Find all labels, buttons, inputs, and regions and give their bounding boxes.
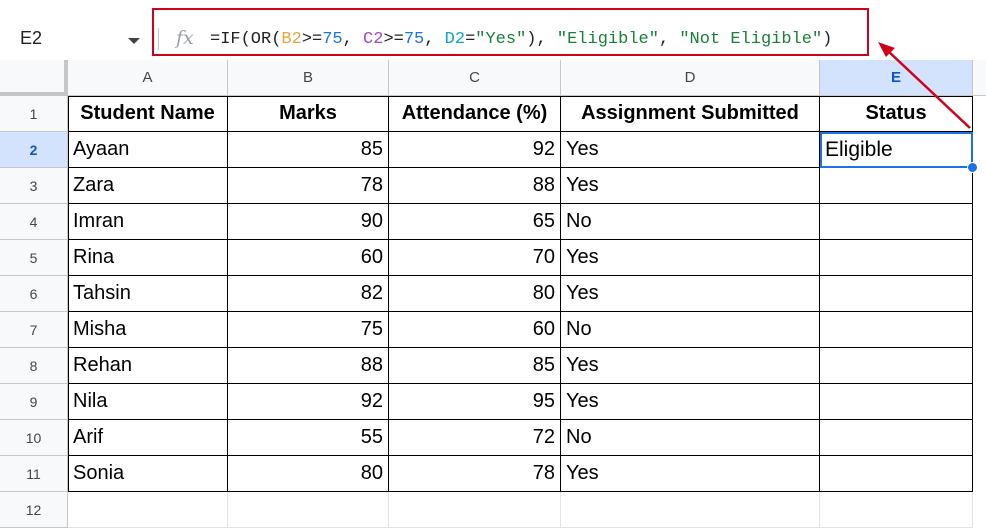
column-header-c[interactable]: C [389,60,561,96]
table-cell[interactable]: Yes [561,132,820,168]
row-header-4[interactable]: 4 [0,204,68,240]
empty-cell[interactable] [68,492,228,528]
header-cell[interactable]: Status [820,96,973,132]
row-header-2[interactable]: 2 [0,132,68,168]
table-cell[interactable]: Yes [561,240,820,276]
row-header-8[interactable]: 8 [0,348,68,384]
table-cell[interactable] [820,240,973,276]
table-cell[interactable]: 55 [228,420,389,456]
table-cell[interactable]: 65 [389,204,561,240]
table-cell[interactable]: 92 [228,384,389,420]
table-cell[interactable]: Arif [68,420,228,456]
row-header-12[interactable]: 12 [0,492,68,528]
table-cell[interactable]: 88 [228,348,389,384]
empty-cell[interactable] [561,492,820,528]
table-cell[interactable]: 75 [228,312,389,348]
empty-cell[interactable] [389,492,561,528]
row-header-10[interactable]: 10 [0,420,68,456]
table-cell[interactable]: 78 [228,168,389,204]
row-header-1[interactable]: 1 [0,96,68,132]
table-cell[interactable]: 60 [228,240,389,276]
table-cell[interactable]: Imran [68,204,228,240]
table-cell[interactable]: Misha [68,312,228,348]
row-header-5[interactable]: 5 [0,240,68,276]
table-cell[interactable]: 85 [389,348,561,384]
table-cell[interactable]: 85 [228,132,389,168]
table-cell[interactable]: Tahsin [68,276,228,312]
row-header-3[interactable]: 3 [0,168,68,204]
table-cell[interactable]: 90 [228,204,389,240]
table-cell[interactable]: Yes [561,348,820,384]
column-header-b[interactable]: B [228,60,389,96]
table-cell[interactable]: 95 [389,384,561,420]
table-cell[interactable] [820,168,973,204]
table-cell[interactable] [820,456,973,492]
table-cell[interactable] [820,204,973,240]
table-cell[interactable] [820,348,973,384]
table-cell[interactable]: Yes [561,168,820,204]
table-cell[interactable]: No [561,420,820,456]
table-cell[interactable]: Ayaan [68,132,228,168]
fill-handle[interactable] [967,162,978,173]
table-cell[interactable]: 80 [389,276,561,312]
table-cell[interactable]: Rina [68,240,228,276]
table-cell[interactable]: 70 [389,240,561,276]
table-cell[interactable]: Rehan [68,348,228,384]
table-cell[interactable] [820,384,973,420]
column-header-e[interactable]: E [820,60,973,96]
table-cell[interactable]: Sonia [68,456,228,492]
table-cell[interactable]: Yes [561,456,820,492]
header-cell[interactable]: Student Name [68,96,228,132]
row-header-7[interactable]: 7 [0,312,68,348]
header-cell[interactable]: Assignment Submitted [561,96,820,132]
table-cell[interactable]: 92 [389,132,561,168]
active-cell[interactable]: Eligible [820,132,973,168]
row-header-9[interactable]: 9 [0,384,68,420]
table-cell[interactable]: Yes [561,384,820,420]
column-header-d[interactable]: D [561,60,820,96]
table-cell[interactable]: 82 [228,276,389,312]
empty-cell[interactable] [228,492,389,528]
table-cell[interactable]: Yes [561,276,820,312]
column-header-a[interactable]: A [68,60,228,96]
table-cell[interactable]: 88 [389,168,561,204]
table-cell[interactable]: No [561,312,820,348]
table-cell[interactable]: Nila [68,384,228,420]
header-cell[interactable]: Marks [228,96,389,132]
table-cell[interactable] [820,312,973,348]
empty-cell[interactable] [820,492,973,528]
table-cell[interactable]: 72 [389,420,561,456]
table-cell[interactable]: 60 [389,312,561,348]
table-cell[interactable] [820,276,973,312]
chevron-down-icon[interactable] [128,38,140,44]
row-header-11[interactable]: 11 [0,456,68,492]
select-all-corner[interactable] [0,60,68,96]
column-header-overflow [973,60,986,96]
table-cell[interactable]: 78 [389,456,561,492]
table-cell[interactable]: 80 [228,456,389,492]
table-cell[interactable]: No [561,204,820,240]
name-box-value[interactable]: E2 [20,28,42,49]
table-cell[interactable]: Zara [68,168,228,204]
table-cell[interactable] [820,420,973,456]
formula-highlight-box [152,8,869,56]
header-cell[interactable]: Attendance (%) [389,96,561,132]
row-header-6[interactable]: 6 [0,276,68,312]
